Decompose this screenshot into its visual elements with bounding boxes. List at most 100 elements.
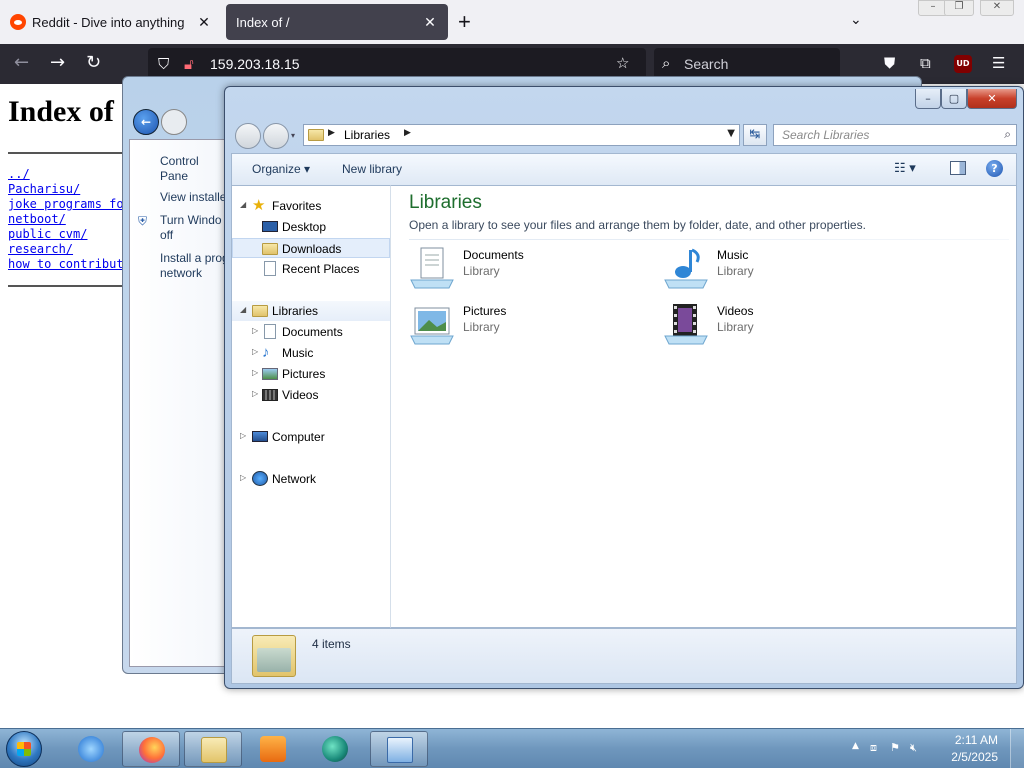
search-input[interactable]: Search Libraries ⌕ [773, 124, 1017, 146]
expand-icon[interactable]: ▷ [252, 389, 258, 398]
collapse-icon[interactable]: ◢ [240, 200, 246, 209]
directory-listing: ../ Pacharisu/ joke programs fo netboot/… [8, 167, 131, 272]
explorer-window[interactable]: – ▢ ✕ ▾ ▶ Libraries ▶ ▼ ↹ Search Librari… [224, 86, 1024, 689]
clock-time[interactable]: 2:11 AM [955, 733, 998, 747]
tab-index[interactable]: Index of / ✕ [226, 4, 448, 40]
nav-item-pictures[interactable]: ▷ Pictures [232, 364, 390, 384]
nav-label: Music [282, 346, 314, 360]
nav-item-libraries[interactable]: ◢ Libraries [232, 301, 390, 321]
restore-icon[interactable]: ❐ [944, 0, 974, 16]
action-center-flag-icon[interactable]: ⚑ [890, 741, 900, 754]
address-bar[interactable]: ▶ Libraries ▶ ▼ [303, 124, 740, 146]
library-type: Library [717, 264, 754, 278]
libraries-description: Open a library to see your files and arr… [409, 218, 866, 232]
search-icon[interactable]: ⌕ [1004, 127, 1011, 142]
forward-arrow-icon[interactable]: → [50, 52, 65, 73]
address-dropdown-icon[interactable]: ▼ [727, 128, 735, 139]
nav-label: Pictures [282, 367, 326, 381]
nav-item-music[interactable]: ▷ ♪ Music [232, 343, 390, 363]
new-library-button[interactable]: New library [342, 162, 402, 176]
internet-explorer-icon [78, 736, 104, 762]
taskbar-app[interactable] [306, 731, 364, 767]
forward-arrow-icon[interactable] [161, 109, 187, 135]
view-installed-updates-link[interactable]: View installe [160, 190, 230, 205]
nav-item-desktop[interactable]: Desktop [232, 217, 390, 237]
nav-item-network[interactable]: ▷ Network [232, 469, 390, 489]
expand-icon[interactable]: ▷ [252, 347, 258, 356]
close-icon[interactable]: ✕ [967, 89, 1017, 109]
breadcrumb-arrow-icon[interactable]: ▶ [328, 128, 335, 138]
nav-item-computer[interactable]: ▷ Computer [232, 427, 390, 447]
back-arrow-icon[interactable] [235, 123, 261, 149]
dir-link[interactable]: public cvm/ [8, 227, 87, 241]
divider [8, 285, 138, 287]
taskbar-media-player[interactable] [244, 731, 302, 767]
change-view-icon[interactable]: ☷ ▾ [894, 160, 916, 176]
nav-item-favorites[interactable]: ◢ ★ Favorites [232, 196, 390, 216]
back-arrow-icon[interactable]: ← [133, 109, 159, 135]
show-hidden-icons-icon[interactable]: ▲ [852, 741, 859, 751]
control-panel-home-link[interactable]: Control Pane [160, 154, 230, 184]
extensions-icon[interactable]: ⧉ [920, 54, 931, 72]
back-arrow-icon[interactable]: ← [14, 52, 29, 73]
breadcrumb-arrow-icon[interactable]: ▶ [404, 128, 411, 138]
dir-link[interactable]: research/ [8, 242, 73, 256]
expand-icon[interactable]: ▷ [252, 326, 258, 335]
network-status-icon[interactable]: ⧈ [870, 741, 877, 755]
maximize-icon[interactable]: ▢ [941, 89, 967, 109]
forward-arrow-icon[interactable] [263, 123, 289, 149]
nav-item-documents[interactable]: ▷ Documents [232, 322, 390, 342]
expand-icon[interactable]: ▷ [252, 368, 258, 377]
music-library-icon [664, 248, 708, 289]
insecure-lock-icon[interactable]: 🔓︎ [184, 55, 194, 73]
tab-reddit[interactable]: Reddit - Dive into anything ✕ [0, 4, 222, 40]
pocket-icon[interactable]: ⛊ [884, 54, 895, 72]
organize-button[interactable]: Organize ▾ [252, 162, 310, 176]
videos-library-icon [664, 304, 708, 345]
turn-windows-features-link[interactable]: Turn Windo off [160, 213, 230, 243]
taskbar-internet-explorer[interactable] [62, 731, 120, 767]
install-from-network-link[interactable]: Install a prog network [160, 251, 230, 281]
url-text[interactable]: 159.203.18.15 [210, 56, 300, 72]
chevron-down-icon[interactable]: ⌄ [850, 12, 862, 28]
nav-item-downloads[interactable]: Downloads [232, 238, 390, 258]
nav-label: Libraries [272, 304, 319, 318]
menu-icon[interactable]: ☰ [992, 54, 1005, 72]
minimize-icon[interactable]: – [915, 89, 941, 109]
close-icon[interactable]: ✕ [422, 14, 438, 31]
shield-icon[interactable]: ⛉ [158, 55, 169, 73]
taskbar-firefox[interactable] [122, 731, 180, 767]
dir-link[interactable]: how to contribute [8, 257, 131, 271]
library-item-videos[interactable]: Videos Library [663, 300, 903, 350]
dir-link[interactable]: netboot/ [8, 212, 66, 226]
nav-item-videos[interactable]: ▷ Videos [232, 385, 390, 405]
library-item-music[interactable]: Music Library [663, 244, 903, 294]
library-item-documents[interactable]: Documents Library [409, 244, 649, 294]
dir-link[interactable]: Pacharisu/ [8, 182, 80, 196]
collapse-icon[interactable]: ◢ [240, 305, 246, 314]
ublock-icon[interactable]: UD [954, 55, 972, 73]
nav-item-recent-places[interactable]: Recent Places [232, 259, 390, 279]
recent-pages-chevron-icon[interactable]: ▾ [291, 131, 295, 140]
preview-pane-icon[interactable] [950, 161, 966, 175]
close-icon[interactable]: ✕ [196, 14, 212, 31]
refresh-icon[interactable]: ↹ [743, 124, 767, 146]
dir-link[interactable]: ../ [8, 167, 30, 181]
help-icon[interactable]: ? [986, 160, 1003, 177]
breadcrumb-libraries[interactable]: Libraries [344, 128, 390, 142]
taskbar-control-panel[interactable] [370, 731, 428, 767]
taskbar-explorer[interactable] [184, 731, 242, 767]
volume-muted-icon[interactable]: 🔇︎ [910, 741, 917, 755]
bookmark-star-icon[interactable]: ☆ [616, 54, 629, 72]
expand-icon[interactable]: ▷ [240, 431, 246, 440]
dir-link[interactable]: joke programs fo [8, 197, 124, 211]
close-window-icon[interactable]: ✕ [980, 0, 1014, 16]
start-button[interactable] [6, 731, 42, 767]
reload-icon[interactable]: ↻ [86, 52, 101, 73]
expand-icon[interactable]: ▷ [240, 473, 246, 482]
show-desktop-button[interactable] [1010, 729, 1024, 768]
clock-date[interactable]: 2/5/2025 [951, 750, 998, 764]
media-player-icon [260, 736, 286, 762]
new-tab-button[interactable]: + [458, 9, 471, 35]
library-item-pictures[interactable]: Pictures Library [409, 300, 649, 350]
